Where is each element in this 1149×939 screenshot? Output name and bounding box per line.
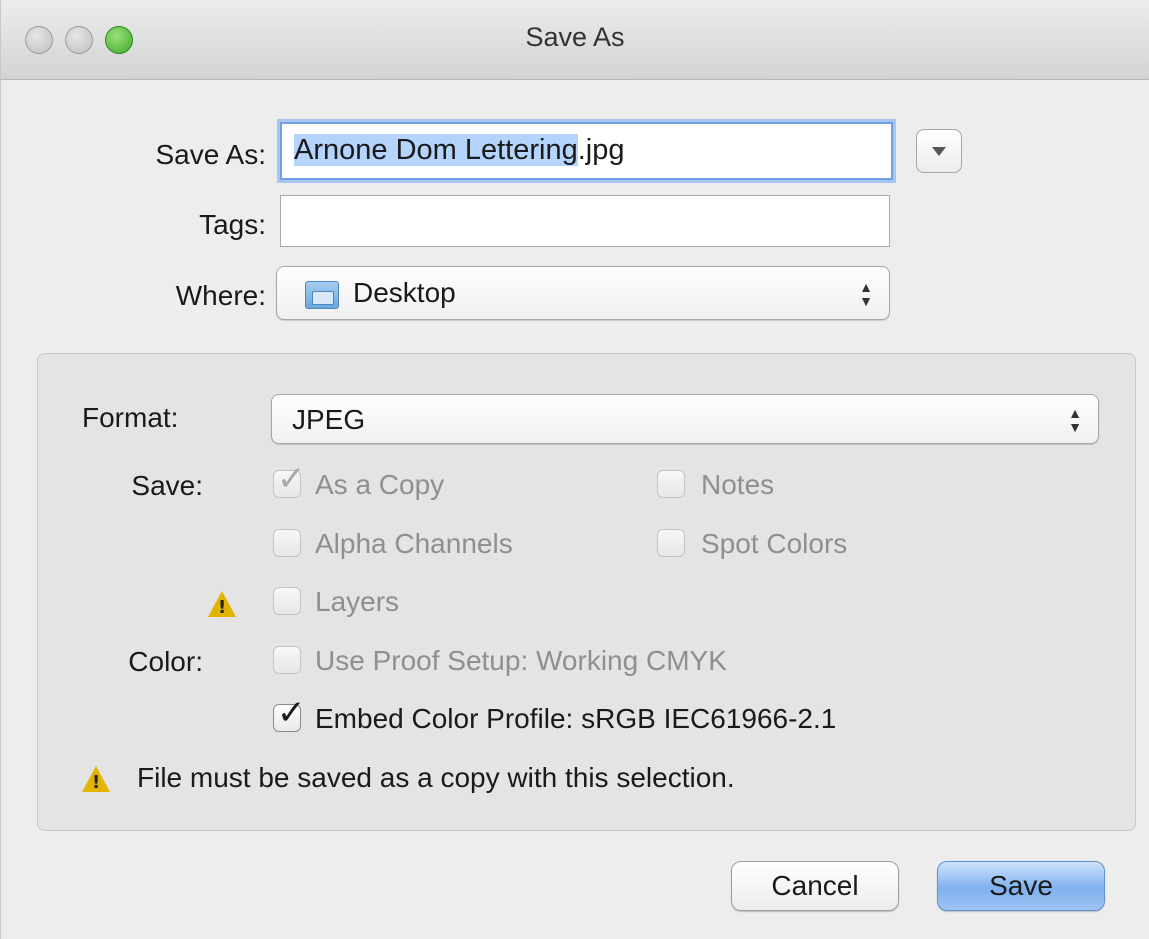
use-proof-setup-checkbox[interactable] [273, 646, 301, 674]
layers-label: Layers [315, 586, 400, 617]
format-value: JPEG [292, 404, 366, 435]
alpha-channels-checkbox[interactable] [273, 529, 301, 557]
filename-input[interactable]: Arnone Dom Lettering.jpg [280, 122, 893, 180]
use-proof-setup-label: Use Proof Setup: Working CMYK [315, 645, 727, 676]
title-bar: Save As [1, 0, 1149, 80]
save-button[interactable]: Save [937, 861, 1105, 911]
warning-icon: ! [208, 591, 236, 618]
warning-message: File must be saved as a copy with this s… [137, 762, 735, 793]
layers-checkbox[interactable] [273, 587, 301, 615]
tags-label: Tags: [199, 209, 266, 240]
notes-checkbox[interactable] [657, 470, 685, 498]
format-popup[interactable]: JPEG ▲ ▼ [271, 394, 1099, 444]
embed-color-profile-label: Embed Color Profile: sRGB IEC61966-2.1 [315, 703, 837, 734]
tags-input[interactable] [280, 195, 890, 247]
save-as-label: Save As: [155, 139, 266, 170]
notes-label: Notes [701, 469, 775, 500]
warning-icon: ! [82, 766, 110, 793]
spot-colors-checkbox[interactable] [657, 529, 685, 557]
as-a-copy-label: As a Copy [315, 469, 445, 500]
window-title: Save As [525, 22, 625, 52]
alpha-channels-label: Alpha Channels [315, 528, 513, 559]
save-as-dialog: Save As Save As: Arnone Dom Lettering.jp… [0, 0, 1149, 939]
expand-dialog-button[interactable] [916, 129, 962, 173]
folder-icon [305, 281, 339, 309]
embed-color-profile-checkbox[interactable] [273, 693, 306, 733]
cancel-button[interactable]: Cancel [731, 861, 899, 911]
save-options-label: Save: [131, 470, 203, 501]
color-label: Color: [128, 646, 203, 677]
filename-selected-text: Arnone Dom Lettering [294, 134, 578, 166]
filename-extension-text: .jpg [577, 134, 625, 166]
as-a-copy-checkbox[interactable] [273, 459, 306, 499]
where-value: Desktop [353, 277, 456, 308]
format-label: Format: [82, 402, 179, 433]
where-label: Where: [175, 280, 266, 311]
updown-arrows-icon: ▲ ▼ [859, 279, 873, 309]
where-popup[interactable]: Desktop ▲ ▼ [276, 266, 890, 320]
spot-colors-label: Spot Colors [701, 528, 848, 559]
updown-arrows-icon: ▲ ▼ [1068, 405, 1082, 435]
